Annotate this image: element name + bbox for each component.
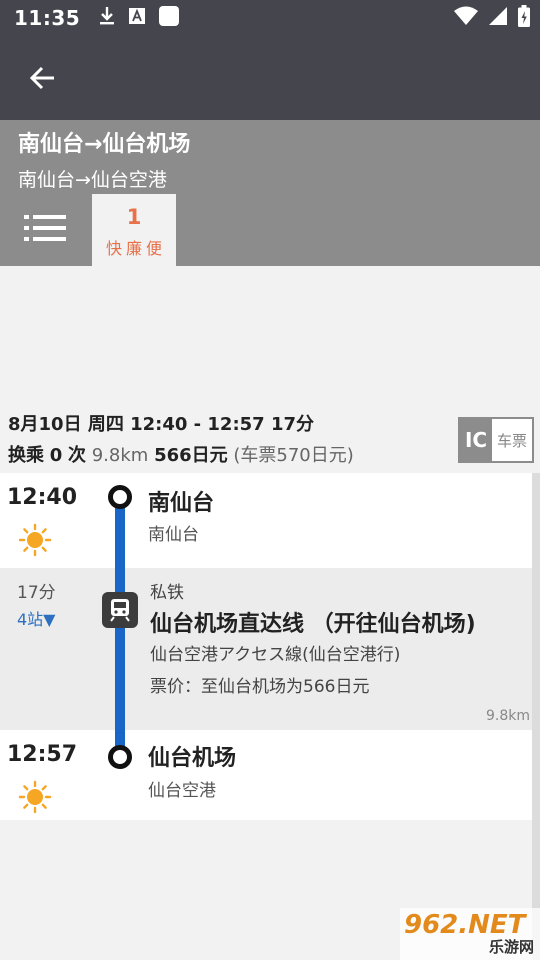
segment-line-name: 仙台机场直达线 （开往仙台机场) [150, 612, 476, 637]
route-tab-tags: 快廉便 [105, 239, 166, 258]
summary-details: 换乘 0 次 9.8km 566日元 (车票570日元) [8, 441, 354, 467]
departure-time: 12:40 [7, 485, 78, 510]
cell-signal-icon [488, 6, 508, 30]
arrival-station-sub: 仙台空港 [148, 781, 216, 801]
ic-ticket-toggle[interactable]: IC 车票 [458, 417, 534, 463]
wifi-icon [454, 6, 478, 30]
watermark: 962.NET 乐游网 [400, 908, 540, 960]
back-arrow-icon [28, 64, 56, 96]
route-header: 南仙台→仙台机场 南仙台→仙台空港 1 快廉便 [0, 120, 540, 266]
square-icon [158, 5, 180, 31]
status-bar: 11:35 [0, 0, 540, 36]
segment-duration: 17分 [17, 583, 56, 603]
arrival-station: 仙台机场 [148, 746, 237, 771]
summary-date-time: 8月10日 周四 12:40 - 12:57 17分 [8, 414, 315, 435]
sun-icon [18, 523, 52, 557]
route-subtitle: 南仙台→仙台空港 [18, 169, 167, 191]
segment-distance: 9.8km [485, 708, 530, 724]
route-summary: 8月10日 周四 12:40 - 12:57 17分 换乘 0 次 9.8km … [0, 405, 540, 473]
transfers-count: 0 [49, 445, 63, 466]
segment-stops-toggle[interactable]: 4站▼ [17, 606, 56, 630]
summary-fare: 566日元 [154, 445, 228, 466]
status-icons-left [98, 5, 180, 31]
battery-icon [518, 5, 530, 31]
summary-ticket-fare: (车票570日元) [233, 445, 354, 466]
ride-segment[interactable]: 17分 4站▼ 私铁 仙台机场直达线 （开往仙台机场) 仙台空港アクセス線(仙台… [0, 568, 532, 730]
watermark-sub: 乐游网 [488, 938, 534, 956]
route-tab-number: 1 [126, 205, 142, 229]
route-title: 南仙台→仙台机场 [18, 132, 191, 157]
status-icons-right [454, 0, 530, 36]
a-icon [128, 7, 146, 29]
segment-type: 私铁 [150, 583, 184, 603]
departure-station-sub: 南仙台 [148, 525, 199, 545]
route-list-button[interactable] [18, 208, 74, 252]
list-icon [24, 214, 68, 246]
segment-fare: 票价：至仙台机场为566日元 [150, 677, 370, 697]
departure-node [108, 485, 132, 509]
top-bar [0, 36, 540, 120]
route-tab-1[interactable]: 1 快廉便 [92, 194, 176, 266]
arrival-time: 12:57 [7, 742, 78, 767]
download-icon [98, 6, 116, 30]
back-button[interactable] [22, 60, 62, 100]
status-time: 11:35 [14, 6, 81, 30]
arrival-node [108, 745, 132, 769]
departure-row[interactable]: 12:40 南仙台 南仙台 [0, 473, 532, 568]
sun-icon [18, 780, 52, 814]
segment-direction: 仙台空港アクセス線(仙台空港行) [150, 645, 401, 665]
transfers-suffix: 次 [68, 445, 86, 466]
train-icon [102, 592, 138, 628]
scrollbar[interactable] [532, 473, 540, 960]
departure-station: 南仙台 [148, 491, 215, 516]
arrival-row[interactable]: 12:57 仙台机场 仙台空港 [0, 730, 532, 820]
ticket-label: 车票 [496, 431, 527, 450]
summary-distance: 9.8km [91, 445, 149, 466]
transfers-prefix: 换乘 [8, 445, 44, 466]
screen: 11:35 南仙台→仙台机场 南仙台→仙台空港 1 快廉便 8月10日 周四 1… [0, 0, 540, 960]
ic-label: IC [460, 419, 492, 461]
